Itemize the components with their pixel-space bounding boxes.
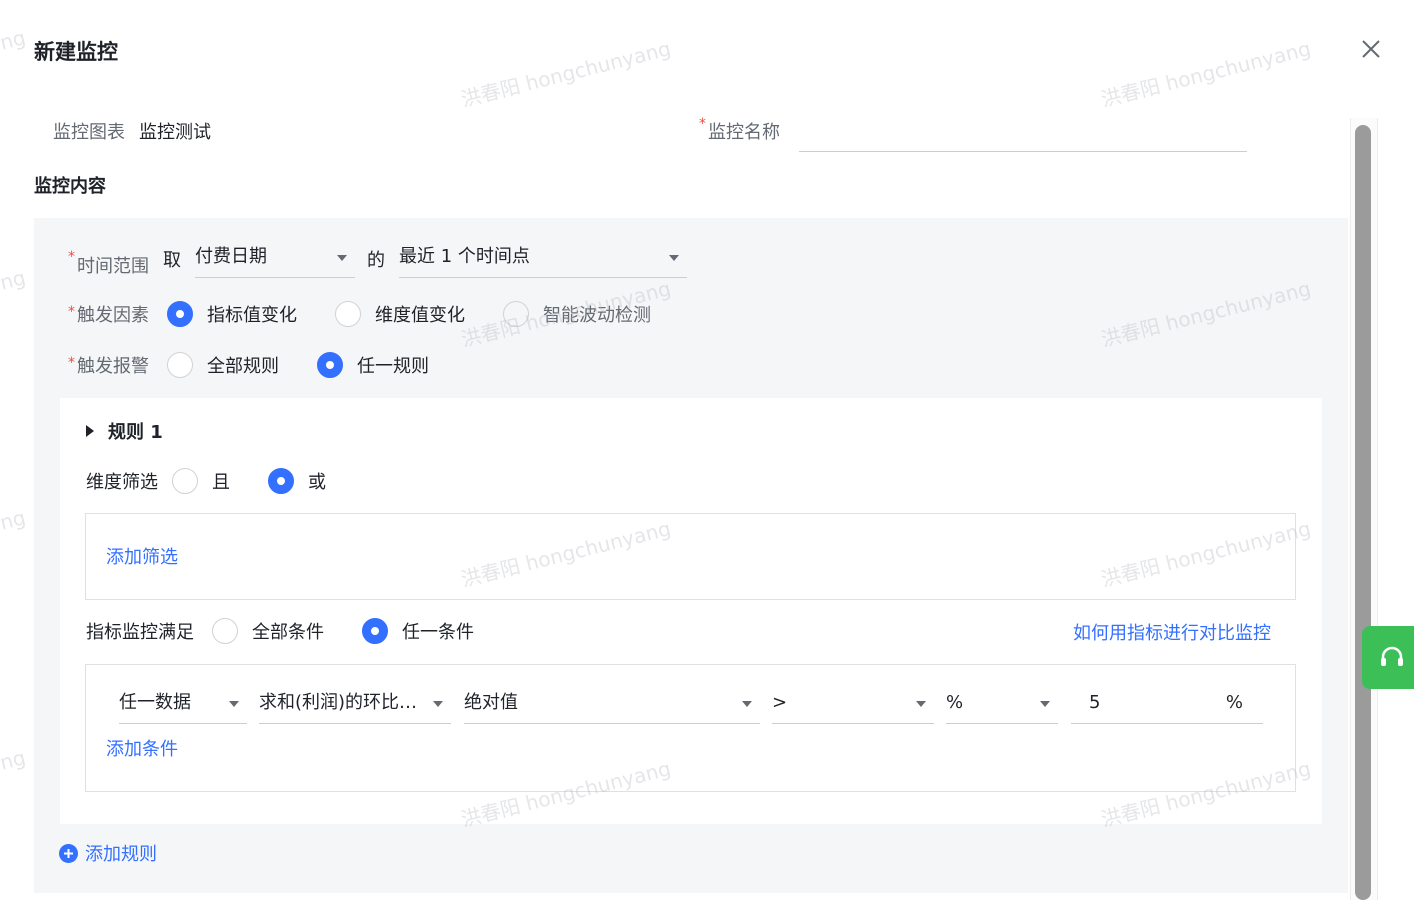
chart-field-value: 监控测试 [139, 122, 211, 143]
scrollbar-thumb[interactable] [1355, 125, 1371, 900]
caret-down-icon [742, 701, 752, 707]
watermark: ng [0, 265, 28, 295]
radio-checked-icon [268, 468, 294, 494]
caret-down-icon [669, 255, 679, 261]
radio-unchecked-icon [212, 618, 238, 644]
rule-header[interactable]: 规则 1 [86, 418, 163, 444]
monitor-name-input[interactable] [799, 114, 1247, 152]
value-input[interactable]: 5 % [1071, 686, 1263, 724]
radio-unchecked-icon [335, 301, 361, 327]
add-condition-link[interactable]: 添加条件 [106, 735, 178, 761]
chart-field-label: 监控图表 [53, 122, 125, 143]
radio-or[interactable]: 或 [268, 468, 326, 494]
caret-right-icon [86, 425, 94, 437]
time-range-row: * 时间范围 取 付费日期 的 最近 1 个时间点 [68, 240, 687, 278]
date-field-select[interactable]: 付费日期 [195, 240, 355, 278]
radio-any-rule[interactable]: 任一规则 [317, 352, 429, 378]
watermark: ng [0, 25, 28, 55]
radio-smart-detect[interactable]: 智能波动检测 [503, 301, 651, 327]
value-unit: % [1225, 692, 1243, 713]
watermark: 洪春阳 hongchunyang [1098, 36, 1314, 112]
trigger-factor-label: * 触发因素 [68, 304, 149, 326]
take-text: 取 [163, 250, 181, 271]
caret-down-icon [916, 701, 926, 707]
trigger-alarm-label: * 触发报警 [68, 355, 149, 377]
headset-icon [1381, 646, 1403, 666]
mode-select[interactable]: 绝对值 [464, 686, 760, 724]
watermark: 洪春阳 hongchunyang [458, 36, 674, 112]
close-icon[interactable] [1358, 36, 1384, 62]
metric-select[interactable]: 求和(利润)的环比… [259, 686, 451, 724]
caret-down-icon [337, 255, 347, 261]
of-text: 的 [367, 250, 385, 271]
radio-metric-change[interactable]: 指标值变化 [167, 301, 297, 327]
radio-checked-icon [167, 301, 193, 327]
condition-box [85, 664, 1296, 792]
required-mark: * [699, 116, 706, 132]
radio-checked-icon [317, 352, 343, 378]
rule-title: 规则 1 [108, 422, 163, 443]
operator-select[interactable]: > [772, 686, 934, 724]
radio-all-conditions[interactable]: 全部条件 [212, 618, 324, 644]
metric-satisfy-row: 指标监控满足 全部条件 任一条件 [86, 618, 474, 644]
caret-down-icon [1040, 701, 1050, 707]
dimension-filter-label: 维度筛选 [86, 472, 158, 493]
chart-field: 监控图表 监控测试 [53, 118, 211, 144]
radio-any-condition[interactable]: 任一条件 [362, 618, 474, 644]
trigger-factor-row: * 触发因素 指标值变化 维度值变化 智能波动检测 [68, 301, 651, 327]
trigger-alarm-row: * 触发报警 全部规则 任一规则 [68, 352, 429, 378]
unit-select[interactable]: % [946, 686, 1058, 724]
radio-dimension-change[interactable]: 维度值变化 [335, 301, 465, 327]
data-select[interactable]: 任一数据 [119, 686, 247, 724]
filter-box [85, 513, 1296, 600]
help-compare-link[interactable]: 如何用指标进行对比监控 [1073, 619, 1271, 645]
radio-checked-icon [362, 618, 388, 644]
name-field: * 监控名称 [699, 116, 780, 144]
add-rule-label: 添加规则 [85, 844, 157, 865]
radio-and[interactable]: 且 [172, 468, 230, 494]
section-title: 监控内容 [34, 176, 106, 197]
add-rule-button[interactable]: 添加规则 [59, 840, 157, 866]
radio-unchecked-icon [172, 468, 198, 494]
name-field-label: 监控名称 [708, 122, 780, 143]
radio-unchecked-icon [167, 352, 193, 378]
watermark: ng [0, 505, 28, 535]
radio-all-rules[interactable]: 全部规则 [167, 352, 279, 378]
add-filter-link[interactable]: 添加筛选 [106, 543, 178, 569]
watermark: ng [0, 745, 28, 775]
caret-down-icon [433, 701, 443, 707]
customer-support-button[interactable] [1362, 626, 1414, 689]
metric-satisfy-label: 指标监控满足 [86, 622, 194, 643]
time-range-label: * 时间范围 [68, 249, 149, 277]
caret-down-icon [229, 701, 239, 707]
dialog-title: 新建监控 [34, 40, 118, 64]
radio-unchecked-icon [503, 301, 529, 327]
plus-circle-icon [59, 843, 78, 863]
time-period-select[interactable]: 最近 1 个时间点 [399, 240, 687, 278]
dimension-filter-row: 维度筛选 且 或 [86, 468, 326, 494]
